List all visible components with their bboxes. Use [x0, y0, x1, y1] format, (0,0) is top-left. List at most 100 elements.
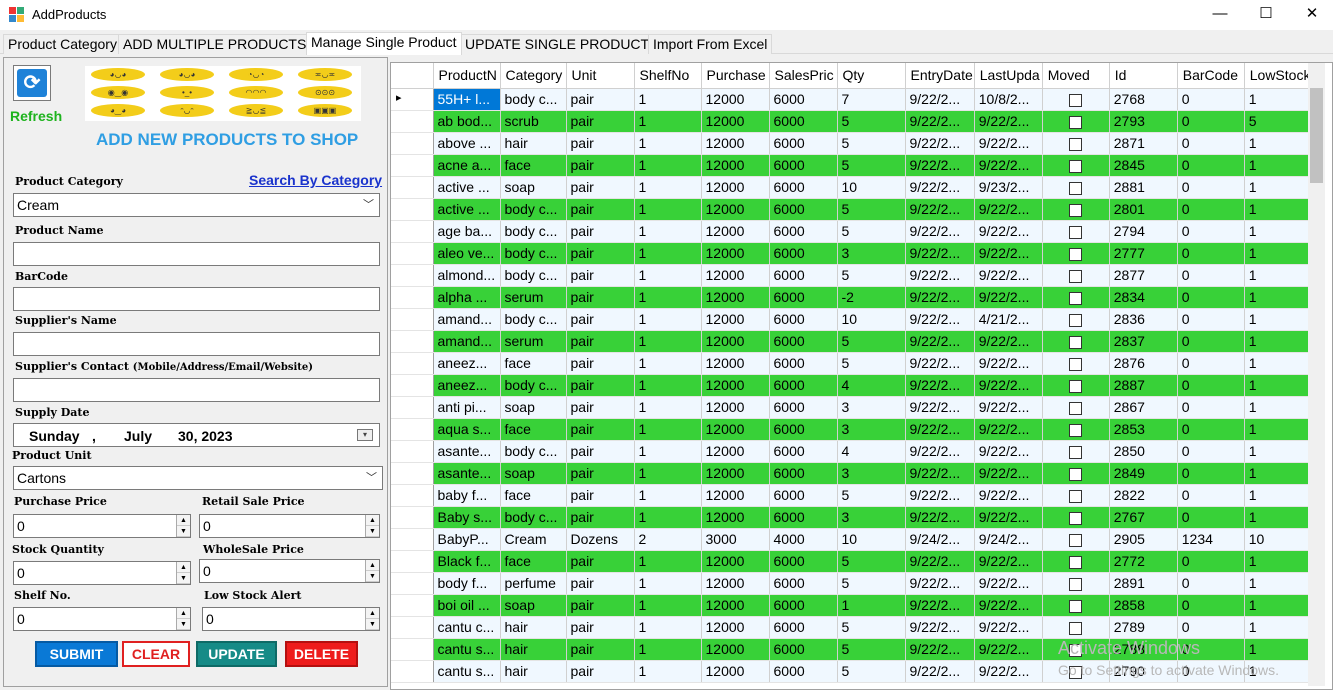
- supply-date-picker[interactable]: Sunday , July 30, 2023 ▾: [13, 423, 380, 447]
- spin-down-icon[interactable]: ▼: [366, 571, 379, 582]
- table-cell[interactable]: age ba...: [433, 220, 501, 243]
- table-cell[interactable]: 1: [634, 198, 702, 221]
- wholesale-price-input[interactable]: 0 ▲ ▼: [199, 559, 380, 583]
- table-cell[interactable]: soap: [500, 176, 567, 199]
- table-cell[interactable]: 55H+ l...: [433, 88, 501, 111]
- table-cell[interactable]: 9/22/2...: [974, 550, 1043, 573]
- table-cell[interactable]: 9/22/2...: [905, 660, 975, 683]
- table-cell[interactable]: 9/22/2...: [974, 330, 1043, 353]
- table-cell[interactable]: 6000: [769, 550, 838, 573]
- table-row[interactable]: amand... serum pair 1 12000 6000 5 9/22/2... 9/2…: [391, 330, 1313, 353]
- table-cell[interactable]: 1: [634, 660, 702, 683]
- moved-checkbox[interactable]: [1068, 159, 1082, 173]
- row-header[interactable]: [391, 506, 434, 529]
- tab-manage-single-product[interactable]: Manage Single Product: [306, 32, 462, 55]
- table-cell[interactable]: 1: [634, 132, 702, 155]
- moved-checkbox-cell[interactable]: [1042, 484, 1110, 507]
- row-header[interactable]: [391, 638, 434, 661]
- table-row[interactable]: aqua s... face pair 1 12000 6000 3 9/22/2... 9/2…: [391, 418, 1313, 441]
- moved-checkbox[interactable]: [1068, 533, 1082, 547]
- tab-import-from-excel[interactable]: Import From Excel: [648, 34, 773, 54]
- moved-checkbox[interactable]: [1068, 401, 1082, 415]
- table-row[interactable]: baby f... face pair 1 12000 6000 5 9/22/2... 9/2…: [391, 484, 1313, 507]
- moved-checkbox[interactable]: [1068, 247, 1082, 261]
- table-row[interactable]: Baby s... body c... pair 1 12000 6000 3 9/22/2.…: [391, 506, 1313, 529]
- table-cell[interactable]: 1: [634, 506, 702, 529]
- table-cell[interactable]: acne a...: [433, 154, 501, 177]
- tab-update-single-product[interactable]: UPDATE SINGLE PRODUCT: [460, 34, 655, 54]
- moved-checkbox[interactable]: [1068, 423, 1082, 437]
- table-cell[interactable]: pair: [566, 176, 635, 199]
- table-cell[interactable]: 2793: [1109, 110, 1178, 133]
- table-cell[interactable]: body f...: [433, 572, 501, 595]
- table-cell[interactable]: aneez...: [433, 352, 501, 375]
- table-cell[interactable]: 6000: [769, 286, 838, 309]
- moved-checkbox[interactable]: [1068, 511, 1082, 525]
- table-cell[interactable]: 2849: [1109, 462, 1178, 485]
- table-cell[interactable]: 2853: [1109, 418, 1178, 441]
- table-cell[interactable]: 0: [1177, 286, 1245, 309]
- row-header[interactable]: [391, 242, 434, 265]
- table-cell[interactable]: 12000: [701, 484, 770, 507]
- table-row[interactable]: aneez... face pair 1 12000 6000 5 9/22/2... 9/22…: [391, 352, 1313, 375]
- table-cell[interactable]: 2877: [1109, 264, 1178, 287]
- moved-checkbox-cell[interactable]: [1042, 242, 1110, 265]
- table-cell[interactable]: soap: [500, 396, 567, 419]
- table-cell[interactable]: 1: [634, 154, 702, 177]
- table-cell[interactable]: almond...: [433, 264, 501, 287]
- row-header[interactable]: [391, 528, 434, 551]
- spin-up-icon[interactable]: ▲: [177, 562, 190, 573]
- moved-checkbox-cell[interactable]: [1042, 374, 1110, 397]
- table-cell[interactable]: 1: [1244, 242, 1313, 265]
- table-row[interactable]: aneez... body c... pair 1 12000 6000 4 9/22/2..…: [391, 374, 1313, 397]
- table-cell[interactable]: 1: [634, 110, 702, 133]
- column-header[interactable]: Id: [1109, 63, 1178, 89]
- table-cell[interactable]: 12000: [701, 110, 770, 133]
- product-category-combo[interactable]: Cream ﹀: [13, 193, 380, 217]
- moved-checkbox-cell[interactable]: [1042, 308, 1110, 331]
- column-header[interactable]: Category: [500, 63, 567, 89]
- retail-sale-price-stepper[interactable]: ▲ ▼: [365, 515, 379, 537]
- table-cell[interactable]: 9/22/2...: [905, 154, 975, 177]
- table-cell[interactable]: 9/22/2...: [905, 176, 975, 199]
- table-cell[interactable]: 9/22/2...: [974, 264, 1043, 287]
- table-row[interactable]: anti pi... soap pair 1 12000 6000 3 9/22/2... 9/…: [391, 396, 1313, 419]
- table-cell[interactable]: cantu c...: [433, 616, 501, 639]
- table-cell[interactable]: 9/22/2...: [974, 506, 1043, 529]
- table-cell[interactable]: 9/22/2...: [905, 242, 975, 265]
- table-cell[interactable]: Black f...: [433, 550, 501, 573]
- table-cell[interactable]: boi oil ...: [433, 594, 501, 617]
- barcode-input[interactable]: [13, 287, 380, 311]
- table-cell[interactable]: 1: [634, 88, 702, 111]
- table-cell[interactable]: Baby s...: [433, 506, 501, 529]
- table-cell[interactable]: 12000: [701, 374, 770, 397]
- table-cell[interactable]: 9/22/2...: [905, 638, 975, 661]
- table-cell[interactable]: 5: [837, 550, 906, 573]
- table-cell[interactable]: 6000: [769, 660, 838, 683]
- minimize-button[interactable]: —: [1197, 0, 1243, 30]
- moved-checkbox[interactable]: [1068, 269, 1082, 283]
- table-cell[interactable]: 6000: [769, 154, 838, 177]
- table-cell[interactable]: 1: [1244, 374, 1313, 397]
- moved-checkbox[interactable]: [1068, 577, 1082, 591]
- table-cell[interactable]: 1: [634, 550, 702, 573]
- column-header[interactable]: SalesPric: [769, 63, 838, 89]
- table-cell[interactable]: pair: [566, 198, 635, 221]
- table-cell[interactable]: pair: [566, 352, 635, 375]
- table-cell[interactable]: 12000: [701, 286, 770, 309]
- table-cell[interactable]: 2836: [1109, 308, 1178, 331]
- table-cell[interactable]: 1: [634, 418, 702, 441]
- table-cell[interactable]: 12000: [701, 594, 770, 617]
- column-header[interactable]: ProductN: [433, 63, 501, 89]
- table-cell[interactable]: pair: [566, 506, 635, 529]
- table-cell[interactable]: 1: [634, 374, 702, 397]
- table-row[interactable]: alpha ... serum pair 1 12000 6000 -2 9/22/2... 9…: [391, 286, 1313, 309]
- table-cell[interactable]: 1: [634, 330, 702, 353]
- table-cell[interactable]: 5: [837, 660, 906, 683]
- table-cell[interactable]: 6000: [769, 176, 838, 199]
- column-header[interactable]: ShelfNo: [634, 63, 702, 89]
- table-row[interactable]: acne a... face pair 1 12000 6000 5 9/22/2... 9/2…: [391, 154, 1313, 177]
- table-cell[interactable]: 2: [634, 528, 702, 551]
- table-cell[interactable]: 1: [1244, 308, 1313, 331]
- table-cell[interactable]: 1: [634, 638, 702, 661]
